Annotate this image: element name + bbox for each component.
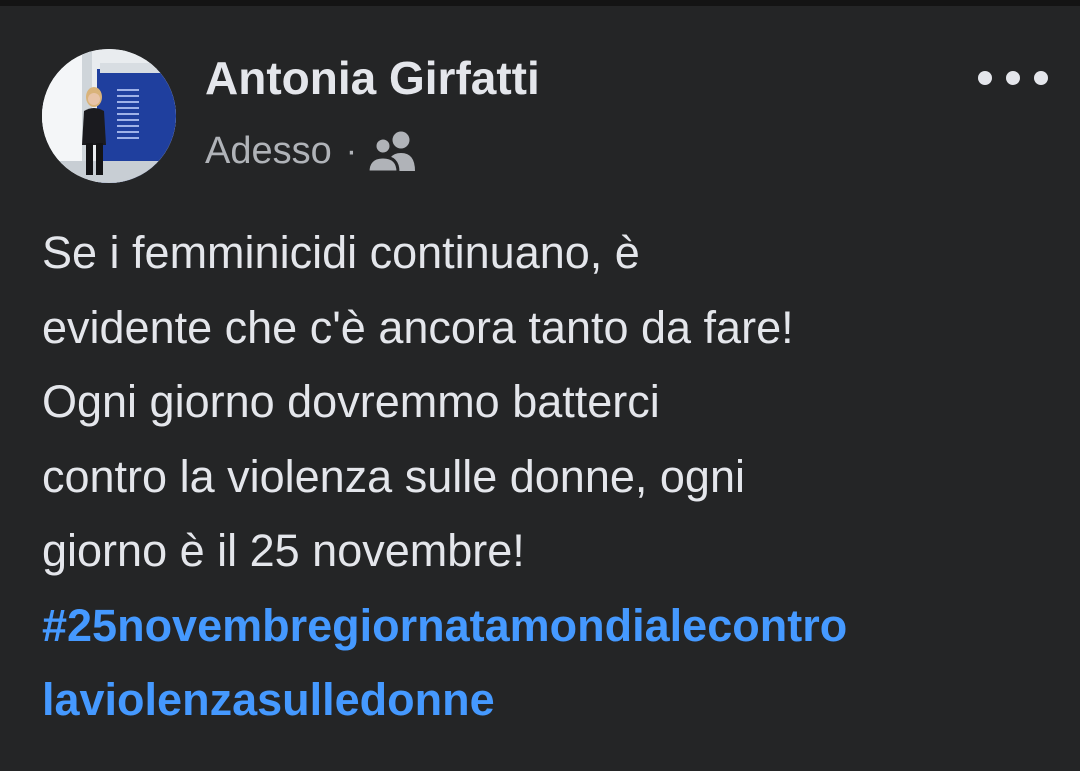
- more-dot: [1034, 71, 1048, 85]
- post-text-line: evidente che c'è ancora tanto da fare!: [42, 301, 794, 353]
- post-text-line: giorno è il 25 novembre!: [42, 525, 525, 576]
- more-options-icon[interactable]: [978, 58, 1048, 98]
- friends-icon[interactable]: [366, 129, 419, 174]
- post-text-line: Se i femminicidi continuano, è: [42, 227, 640, 278]
- post-body: Se i femminicidi continuano, è evidente …: [42, 216, 1052, 738]
- post-text-line: Ogni giorno dovremmo batterci: [42, 376, 660, 427]
- post-card: Antonia Girfatti Adesso · Se i femminici…: [0, 6, 1080, 771]
- more-dot: [978, 71, 992, 85]
- avatar[interactable]: [42, 49, 176, 183]
- post-meta: Adesso ·: [205, 126, 419, 176]
- hashtag-link[interactable]: #25novembregiornatamondialecontro: [42, 589, 1052, 664]
- post-timestamp[interactable]: Adesso: [205, 130, 332, 173]
- meta-separator: ·: [345, 131, 358, 170]
- author-name[interactable]: Antonia Girfatti: [205, 50, 540, 106]
- avatar-photo: [42, 49, 176, 183]
- hashtag-link[interactable]: laviolenzasulledonne: [42, 663, 1052, 738]
- more-dot: [1006, 71, 1020, 85]
- post-text-line: contro la violenza sulle donne, ogni: [42, 450, 745, 502]
